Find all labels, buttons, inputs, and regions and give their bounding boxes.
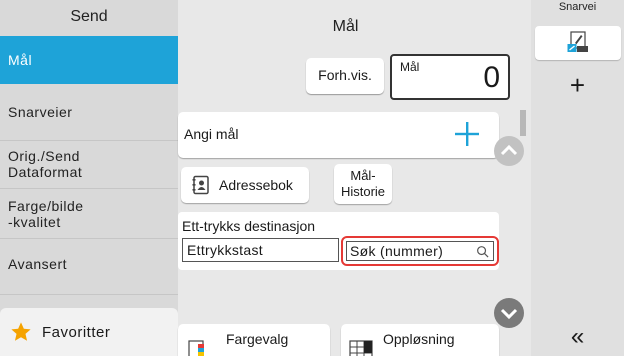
one-touch-search-label: Søk (nummer)	[350, 243, 444, 259]
page-title: Mål	[332, 18, 359, 35]
sidebar: Send Mål Snarveier Orig./Send Dataformat…	[0, 0, 178, 356]
shortcut-send-icon	[567, 31, 588, 52]
one-touch-destination-panel: Ett-trykks destinasjon Ettrykkstast Søk …	[178, 212, 499, 270]
favorites-button[interactable]: Favoritter	[0, 308, 178, 356]
favorites-label: Favoritter	[42, 323, 111, 341]
history-label-line2: Historie	[340, 184, 386, 199]
sidebar-item-advanced[interactable]: Avansert	[0, 240, 178, 288]
sidebar-item-label: Orig./Send Dataformat	[8, 148, 82, 180]
one-touch-label: Ett-trykks destinasjon	[182, 218, 316, 234]
chevron-up-icon	[500, 144, 518, 156]
scroll-down-button[interactable]	[494, 298, 524, 328]
scrollbar-thumb[interactable]	[520, 110, 526, 136]
sidebar-divider	[0, 294, 178, 295]
one-touch-search-field[interactable]: Søk (nummer)	[346, 241, 494, 261]
shortcut-panel-header: Snarvei	[558, 1, 597, 13]
sidebar-item-label: Avansert	[8, 256, 67, 272]
destination-count-box: Mål 0	[390, 54, 510, 100]
sidebar-item-original-send-format[interactable]: Orig./Send Dataformat	[0, 140, 178, 188]
resolution-label: Oppløsning	[383, 331, 455, 347]
collapse-panel-button[interactable]: «	[531, 322, 624, 352]
sidebar-item-color-image-quality[interactable]: Farge/bilde -kvalitet	[0, 190, 178, 238]
destination-count-label: Mål	[400, 60, 420, 74]
resolution-grid-icon	[349, 340, 373, 356]
color-selection-button[interactable]: Fargevalg	[178, 324, 330, 356]
add-destination-label: Angi mål	[184, 126, 239, 142]
plus-icon	[455, 122, 479, 146]
history-label-line1: Mål-	[350, 168, 376, 183]
color-selection-label: Fargevalg	[226, 331, 289, 347]
address-book-icon	[192, 175, 209, 195]
sidebar-item-label-line1: Farge/bilde	[8, 198, 84, 214]
scroll-up-button[interactable]	[494, 136, 524, 166]
sidebar-item-label: Farge/bilde -kvalitet	[8, 198, 84, 230]
sidebar-divider	[0, 238, 178, 239]
add-shortcut-button[interactable]: +	[531, 70, 624, 100]
main-panel: Mål Forh.vis. Mål 0 Angi mål Adressebok …	[178, 0, 531, 356]
resolution-button[interactable]: Oppløsning	[341, 324, 499, 356]
star-icon	[11, 322, 31, 341]
preview-button[interactable]: Forh.vis.	[306, 58, 384, 94]
search-icon	[477, 246, 489, 258]
sidebar-item-label-line2: -kvalitet	[8, 214, 61, 230]
add-destination-button[interactable]: Angi mål	[178, 112, 499, 158]
one-touch-search-button[interactable]: Søk (nummer)	[341, 236, 499, 266]
chevron-down-icon	[500, 308, 518, 320]
sidebar-item-label-line2: Dataformat	[8, 164, 83, 180]
destination-history-button[interactable]: Mål- Historie	[334, 164, 392, 204]
address-book-label: Adressebok	[219, 177, 293, 193]
address-book-button[interactable]: Adressebok	[181, 167, 309, 203]
shortcut-panel: Snarvei + «	[531, 0, 624, 356]
sidebar-header: Send	[70, 8, 108, 25]
color-selection-icon	[188, 340, 204, 356]
sidebar-item-shortcuts[interactable]: Snarveier	[0, 84, 178, 140]
shortcut-button[interactable]	[535, 26, 621, 60]
sidebar-item-destination[interactable]: Mål	[0, 36, 178, 84]
sidebar-divider	[0, 188, 178, 189]
sidebar-item-label: Snarveier	[8, 104, 73, 120]
one-touch-key-button[interactable]: Ettrykkstast	[182, 238, 339, 262]
sidebar-item-label-line1: Orig./Send	[8, 148, 80, 164]
sidebar-item-label: Mål	[8, 52, 33, 68]
destination-count-value: 0	[483, 61, 500, 94]
